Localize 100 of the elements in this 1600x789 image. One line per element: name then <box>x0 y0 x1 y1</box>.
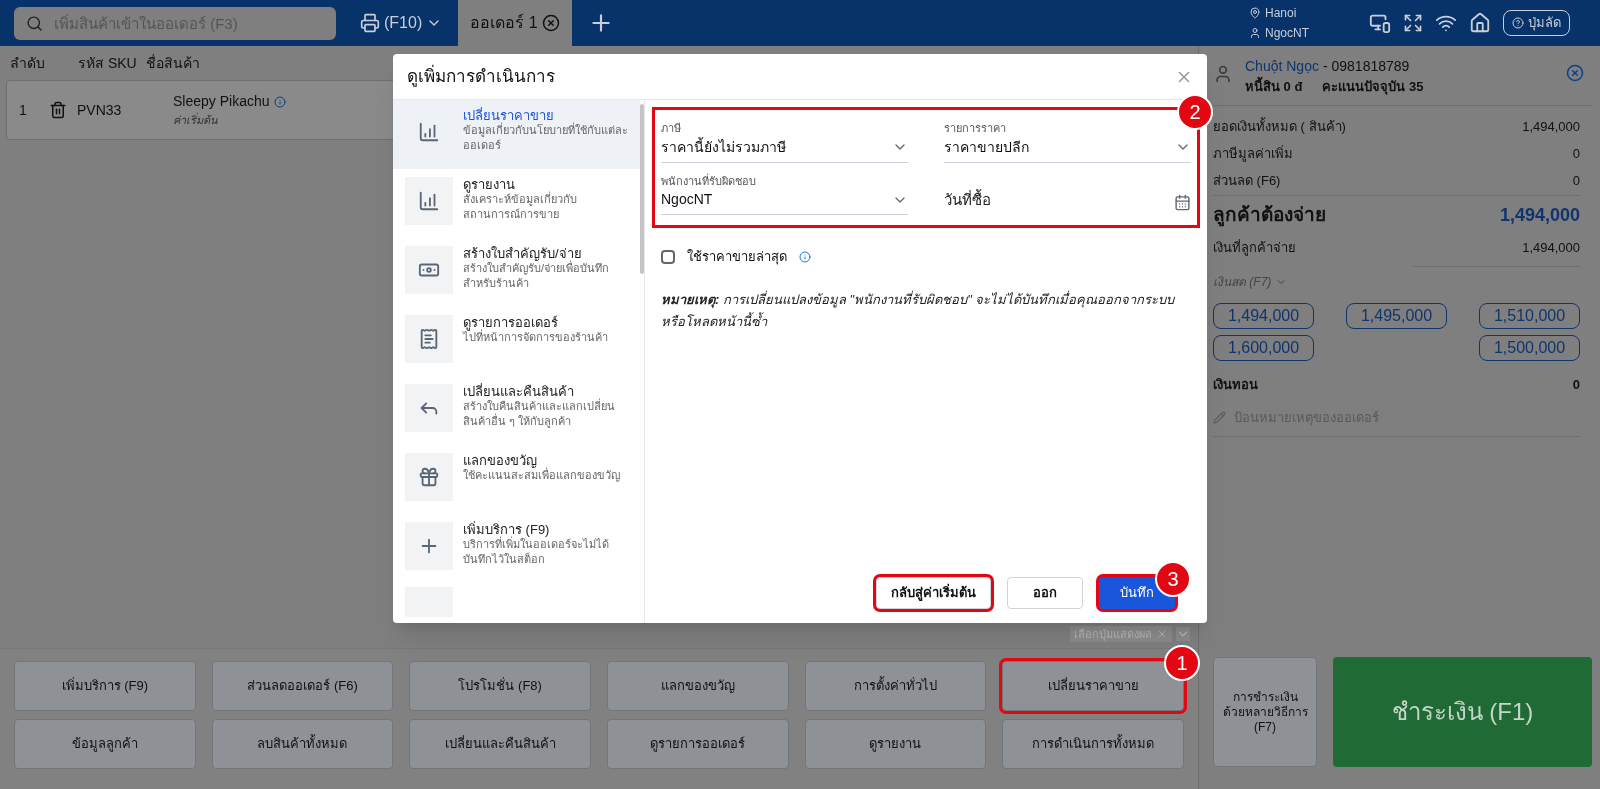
close-icon[interactable] <box>1566 64 1584 82</box>
checkbox-label: ใช้ราคาขายล่าสุด <box>687 248 787 267</box>
customer-name[interactable]: Chuột Ngọc <box>1245 56 1319 77</box>
summary-label: ส่วนลด (F6) <box>1213 172 1281 191</box>
fullscreen-icon[interactable] <box>1403 13 1423 33</box>
action-button[interactable]: ส่วนลดออเดอร์ (F6) <box>211 661 394 711</box>
action-button[interactable]: ข้อมูลลูกค้า <box>14 719 196 769</box>
action-menu-item[interactable]: เปลี่ยนราคาขาย ข้อมูลเกี่ยวกับนโยบายที่ใช้กับแต่ละออเดอร์ <box>393 100 640 169</box>
menu-item-title: เปลี่ยนและคืนสินค้า <box>463 384 574 399</box>
customer-avatar-icon <box>1213 64 1233 84</box>
gift-icon <box>418 466 440 488</box>
action-button[interactable]: ดูรายการออเดอร์ <box>607 719 789 769</box>
menu-item-title: เพิ่มบริการ (F9) <box>463 522 550 537</box>
action-button[interactable]: แลกของขวัญ <box>607 661 789 711</box>
menu-item-description: สร้างใบสำคัญรับ/จ่ายเพื่อบันทึกสำหรับร้านค้า <box>463 261 611 291</box>
quick-amount-button[interactable]: 1,494,000 <box>1213 302 1314 329</box>
select-field[interactable]: รายการราคา ราคาขายปลีก <box>944 120 1191 163</box>
summary-value: 1,494,000 <box>1499 203 1580 227</box>
action-menu-item[interactable]: แลกของขวัญ ใช้คะแนนสะสมเพื่อแลกของขวัญ <box>393 445 640 514</box>
trash-icon[interactable] <box>49 101 67 119</box>
dialog-title: ดูเพิ่มการดำเนินการ <box>407 63 555 89</box>
action-menu-item[interactable]: สร้างใบสำคัญรับ/จ่าย สร้างใบสำคัญรับ/จ่ายเพื่อบันทึกสำหรับร้านค้า <box>393 238 640 307</box>
customer-phone: - 0981818789 <box>1322 57 1410 76</box>
menu-item-title: แลกของขวัญ <box>463 453 537 468</box>
product-note: ค่าเริ่มต้น <box>173 112 219 129</box>
user-icon <box>1249 27 1261 39</box>
menu-item-description: บริการที่เพิ่มในออเดอร์จะไม่ได้บันทึกไว้ในสต็อก <box>463 537 610 567</box>
quick-amount-button[interactable]: 1,510,000 <box>1479 302 1580 329</box>
action-button[interactable]: เพิ่มบริการ (F9) <box>14 661 196 711</box>
action-menu-item[interactable]: เปลี่ยนและคืนสินค้า สร้างใบคืนสินค้าและแลกเปลี่ยนสินค้าอื่น ๆ ให้กับลูกค้า <box>393 376 640 445</box>
shortcuts-button[interactable]: ปุ่มลัด <box>1503 10 1570 36</box>
printer-icon <box>360 13 380 33</box>
pay-button[interactable]: ชำระเงิน (F1) <box>1333 657 1592 767</box>
select-field[interactable]: พนักงานที่รับผิดชอบ NgocNT <box>661 172 908 215</box>
menu-item-description: สังเคราะห์ข้อมูลเกี่ยวกับสถานการณ์การขาย <box>463 192 578 222</box>
summary-label: เงินที่ลูกค้าจ่าย <box>1213 238 1296 258</box>
calendar-icon[interactable] <box>1174 194 1191 211</box>
info-icon <box>799 250 811 263</box>
table-cell-text: PVN33 <box>77 100 123 120</box>
close-icon[interactable] <box>541 14 560 32</box>
action-button[interactable]: การตั้งค่าทั่วไป <box>804 661 987 711</box>
action-menu-item[interactable]: ดูรายงาน สังเคราะห์ข้อมูลเกี่ยวกับสถานการณ์การขาย <box>393 169 640 238</box>
date-field[interactable]: วันที่ซื้อ <box>944 172 1191 215</box>
menu-item-description: ไปที่หน้าการจัดการของร้านค้า <box>463 330 608 345</box>
note-text: หมายเหตุ: การเปลี่ยนแปลงข้อมูล "พนักงานที่รับผิดชอบ" จะไม่ได้บันทึกเมื่อคุณออกจากระบบหรือโหลดหน้านี้ซ้ำ <box>661 289 1176 331</box>
order-tab[interactable]: ออเดอร์ 1 <box>458 0 572 46</box>
step-number-badge: 1 <box>1164 645 1200 681</box>
info-icon <box>273 95 286 108</box>
tab-label[interactable]: ออเดอร์ 1 <box>470 11 538 35</box>
checkbox[interactable] <box>661 249 675 264</box>
receipt-icon <box>418 328 440 350</box>
summary-value: 1,494,000 <box>1522 118 1580 137</box>
menu-item-description: สร้างใบคืนสินค้าและแลกเปลี่ยนสินค้าอื่น ๆ ให้กับลูกค้า <box>463 399 616 429</box>
help-icon <box>1512 17 1524 29</box>
change-value: 0 <box>1572 375 1580 394</box>
pencil-icon <box>1213 411 1226 425</box>
summary-label: ยอดเงินทั้งหมด ( สินค้า) <box>1213 117 1346 137</box>
column-header: ชื่อสินค้า <box>146 53 200 73</box>
column-header: รหัส SKU <box>78 53 138 73</box>
table-cell-text: 1 <box>19 100 28 120</box>
menu-item-description: ข้อมูลเกี่ยวกับนโยบายที่ใช้กับแต่ละออเดอร์ <box>463 123 628 153</box>
customer-points: คะแนนปัจจุบัน 35 <box>1322 78 1424 97</box>
customer-debt: หนี้สิน 0 đ <box>1245 77 1303 97</box>
select-field[interactable]: ภาษี ราคานี้ยังไม่รวมภาษี <box>661 120 908 163</box>
bar-chart-icon <box>418 121 440 143</box>
menu-item-title: ดูรายงาน <box>463 177 515 192</box>
action-menu-item[interactable]: ดูรายการออเดอร์ ไปที่หน้าการจัดการของร้านค้า <box>393 307 640 376</box>
product-name: Sleepy Pikachu <box>173 92 270 112</box>
action-button[interactable]: ดูรายงาน <box>804 719 987 769</box>
action-button[interactable]: เปลี่ยนและคืนสินค้า <box>409 719 591 769</box>
quick-amount-button[interactable]: 1,495,000 <box>1346 302 1447 329</box>
action-menu-item[interactable]: เพิ่มบริการ (F9) บริการที่เพิ่มในออเดอร์จะไม่ได้บันทึกไว้ในสต็อก <box>393 514 640 583</box>
printer-shortcut-button[interactable]: (F10) <box>360 11 443 35</box>
devices-icon[interactable] <box>1369 12 1391 34</box>
home-icon[interactable] <box>1469 12 1491 34</box>
summary-value: 0 <box>1572 145 1580 164</box>
multi-payment-button[interactable]: การชำระเงินด้วยหลายวิธีการ (F7) <box>1213 657 1317 767</box>
summary-label: ภาษีมูลค่าเพิ่ม <box>1213 144 1293 164</box>
dialog-button[interactable]: กลับสู่ค่าเริ่มต้น <box>876 577 991 609</box>
menu-item-title: สร้างใบสำคัญรับ/จ่าย <box>463 246 582 261</box>
quick-amount-button[interactable]: 1,600,000 <box>1213 334 1314 361</box>
summary-value: 1,494,000 <box>1522 239 1580 258</box>
action-button[interactable]: ลบสินค้าทั้งหมด <box>211 719 394 769</box>
action-button[interactable]: การดำเนินการทั้งหมด <box>1002 719 1184 769</box>
menu-item-description: ใช้คะแนนสะสมเพื่อแลกของขวัญ <box>463 468 620 483</box>
location-pin-icon <box>1249 7 1261 19</box>
change-label: เงินทอน <box>1213 375 1258 394</box>
step-number-badge: 3 <box>1155 561 1191 597</box>
quick-amount-button[interactable]: 1,500,000 <box>1479 334 1580 361</box>
search-icon <box>26 14 43 32</box>
column-header: ลำดับ <box>10 53 46 73</box>
user-name: NgocNT <box>1265 25 1309 42</box>
summary-label: ลูกค้าต้องจ่าย <box>1213 202 1326 229</box>
action-button[interactable]: โปรโมชั่น (F8) <box>409 661 591 711</box>
menu-item-title: เปลี่ยนราคาขาย <box>463 108 554 123</box>
step-number-badge: 2 <box>1177 94 1213 130</box>
location-text: Hanoi <box>1265 5 1297 22</box>
summary-value: 0 <box>1572 172 1580 191</box>
dialog-button[interactable]: ออก <box>1007 577 1083 609</box>
menu-item-title: ดูรายการออเดอร์ <box>463 315 558 330</box>
